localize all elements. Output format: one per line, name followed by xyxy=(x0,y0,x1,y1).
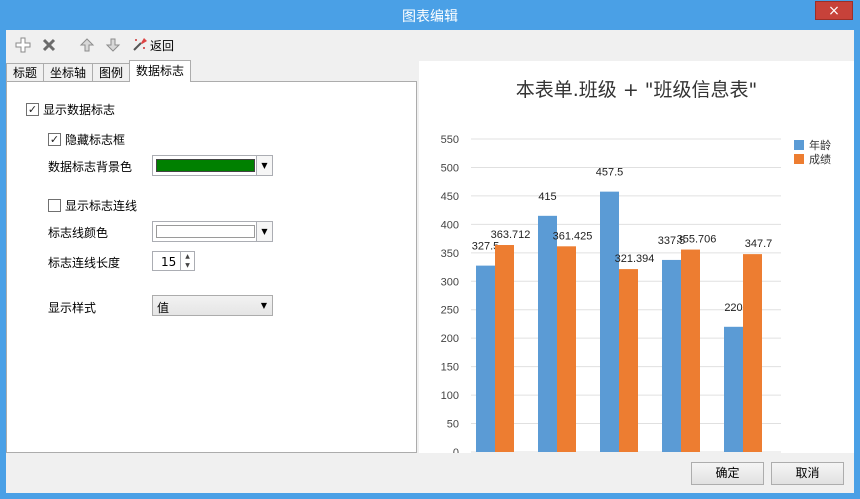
chart-preview: 本表单.班级 + "班级信息表" 0 50 100 150 200 250 300 350 40… xyxy=(419,61,854,453)
show-data-labels-label: 显示数据标志 xyxy=(43,103,116,117)
legend-label: 年龄 xyxy=(809,138,831,152)
title-bar[interactable]: 图表编辑 × xyxy=(0,0,860,30)
y-tick-label: 300 xyxy=(441,276,459,288)
checkbox-box xyxy=(48,199,61,212)
arrow-down-icon[interactable] xyxy=(102,34,124,56)
arrow-up-icon[interactable] xyxy=(76,34,98,56)
bar xyxy=(662,259,681,452)
settings-panel: ✓ 显示数据标志 ✓ 隐藏标志框 数据标志背景色 ▼ 显示标志连线 标志线颜色 … xyxy=(6,81,417,453)
line-color-picker[interactable]: ▼ xyxy=(152,221,273,242)
y-tick-label: 450 xyxy=(441,191,459,203)
hide-label-frame-label: 隐藏标志框 xyxy=(65,133,126,147)
bar xyxy=(557,246,576,452)
data-label: 361.425 xyxy=(553,230,593,242)
cancel-button[interactable]: 取消 xyxy=(771,462,844,485)
tab-strip: 标题 坐标轴 图例 数据标志 xyxy=(6,60,192,82)
tab-axis[interactable]: 坐标轴 xyxy=(43,63,94,82)
data-label: 355.706 xyxy=(677,234,717,246)
show-data-labels-checkbox[interactable]: ✓ 显示数据标志 xyxy=(26,101,115,118)
bar xyxy=(743,254,762,452)
hide-label-frame-checkbox[interactable]: ✓ 隐藏标志框 xyxy=(48,131,125,148)
bar-chart: 0501001502002503003504004505005500327.53… xyxy=(441,134,831,453)
x-icon[interactable] xyxy=(38,34,60,56)
back-label: 返回 xyxy=(150,38,175,53)
bg-color-label: 数据标志背景色 xyxy=(48,160,133,174)
bar xyxy=(538,215,557,452)
leader-length-value: 15 xyxy=(161,255,177,269)
y-tick-label: 150 xyxy=(441,362,459,374)
leader-length-label: 标志连线长度 xyxy=(48,256,121,270)
bar xyxy=(724,326,743,452)
brush-icon xyxy=(132,36,148,55)
bg-color-picker[interactable]: ▼ xyxy=(152,155,273,176)
button-bar: 确定 取消 xyxy=(6,453,854,493)
display-style-select[interactable]: 值 ▼ xyxy=(152,295,273,316)
display-style-value: 值 xyxy=(157,301,170,315)
chevron-down-icon: ▼ xyxy=(260,301,267,310)
show-leader-lines-checkbox[interactable]: 显示标志连线 xyxy=(48,197,137,214)
leader-length-stepper[interactable]: 15 ▲ ▼ xyxy=(152,251,195,271)
display-style-label: 显示样式 xyxy=(48,301,97,315)
line-color-swatch xyxy=(156,225,255,238)
tab-legend[interactable]: 图例 xyxy=(92,63,131,82)
chevron-down-icon[interactable]: ▼ xyxy=(256,156,272,175)
bar xyxy=(619,269,638,452)
legend-label: 成绩 xyxy=(809,153,831,166)
data-label: 347.7 xyxy=(745,238,773,250)
y-tick-label: 350 xyxy=(441,248,459,260)
dialog-window: 图表编辑 × 返回 标题 坐标轴 图例 数据标志 ✓ 显示数据标志 ✓ 隐藏标志… xyxy=(0,0,860,499)
tab-data-labels[interactable]: 数据标志 xyxy=(129,60,192,82)
show-leader-lines-label: 显示标志连线 xyxy=(65,199,138,213)
bar xyxy=(681,249,700,452)
bar xyxy=(476,265,495,452)
y-tick-label: 100 xyxy=(441,390,459,402)
close-button[interactable]: × xyxy=(815,1,853,20)
spin-up-icon[interactable]: ▲ xyxy=(181,252,194,261)
data-label: 457.5 xyxy=(596,167,624,179)
y-tick-label: 550 xyxy=(441,134,459,146)
toolbar: 返回 xyxy=(6,30,854,60)
back-button[interactable]: 返回 xyxy=(128,34,176,56)
line-color-label: 标志线颜色 xyxy=(48,226,109,240)
tab-title[interactable]: 标题 xyxy=(6,63,45,82)
data-label: 321.394 xyxy=(615,253,655,265)
ok-button[interactable]: 确定 xyxy=(691,462,764,485)
legend-swatch xyxy=(794,140,804,150)
bar xyxy=(600,191,619,452)
data-label: 363.712 xyxy=(491,229,531,241)
bar xyxy=(495,245,514,452)
y-tick-label: 200 xyxy=(441,333,459,345)
spin-down-icon[interactable]: ▼ xyxy=(181,261,194,270)
y-tick-label: 250 xyxy=(441,305,459,317)
checkbox-box: ✓ xyxy=(48,133,61,146)
data-label: 415 xyxy=(538,191,556,203)
y-tick-label: 400 xyxy=(441,219,459,231)
bg-color-swatch xyxy=(156,159,255,172)
chevron-down-icon[interactable]: ▼ xyxy=(256,222,272,241)
data-label: 220 xyxy=(724,302,742,314)
y-tick-label: 50 xyxy=(447,419,459,431)
dialog-client: 返回 标题 坐标轴 图例 数据标志 ✓ 显示数据标志 ✓ 隐藏标志框 数据标志背… xyxy=(6,30,854,493)
plus-icon[interactable] xyxy=(12,34,34,56)
checkbox-box: ✓ xyxy=(26,103,39,116)
legend-swatch xyxy=(794,154,804,164)
y-tick-label: 500 xyxy=(441,162,459,174)
window-title: 图表编辑 xyxy=(402,9,458,25)
